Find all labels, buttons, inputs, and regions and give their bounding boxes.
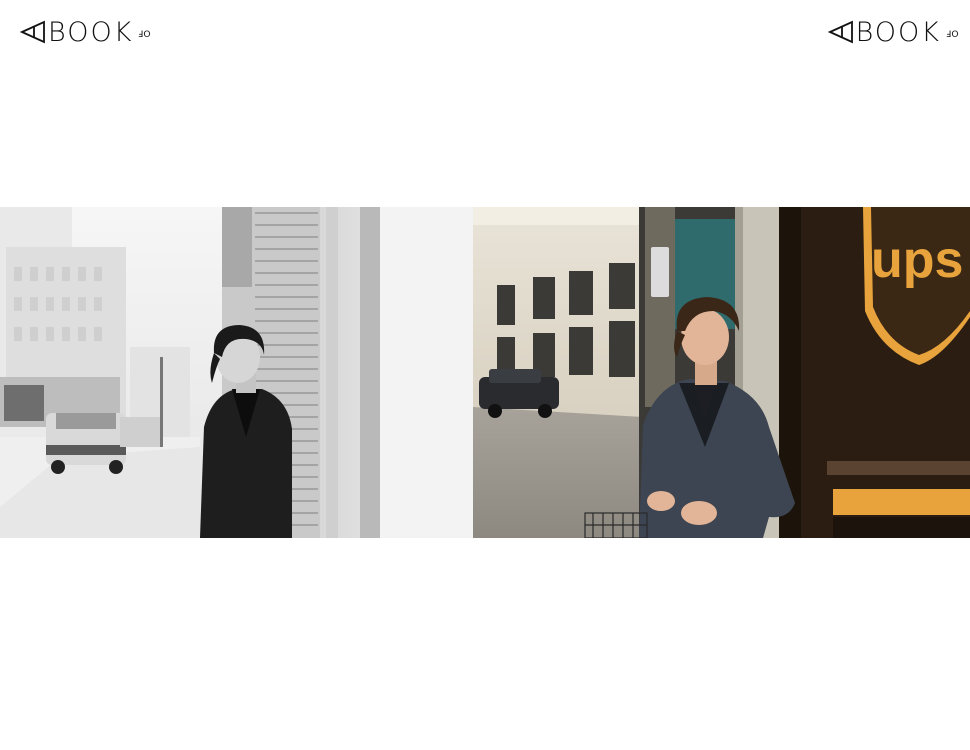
left-photo[interactable] (0, 207, 473, 538)
photo-spread: ups (0, 207, 970, 538)
logo-word: BOOK (855, 16, 941, 48)
logo-superscript: OF (946, 27, 959, 38)
logo-superscript: OF (138, 27, 151, 38)
logo-word: BOOK (48, 16, 134, 48)
ups-badge-text: ups (871, 231, 963, 289)
right-photo[interactable]: ups (473, 207, 970, 538)
book-logo-icon (827, 20, 853, 44)
book-logo-icon (20, 20, 45, 44)
photo-street-bw-icon (0, 207, 473, 538)
photo-street-color-icon: ups (473, 207, 970, 538)
logo-left[interactable]: BOOK OF (20, 16, 151, 48)
logo-right[interactable]: BOOK OF (827, 16, 959, 48)
